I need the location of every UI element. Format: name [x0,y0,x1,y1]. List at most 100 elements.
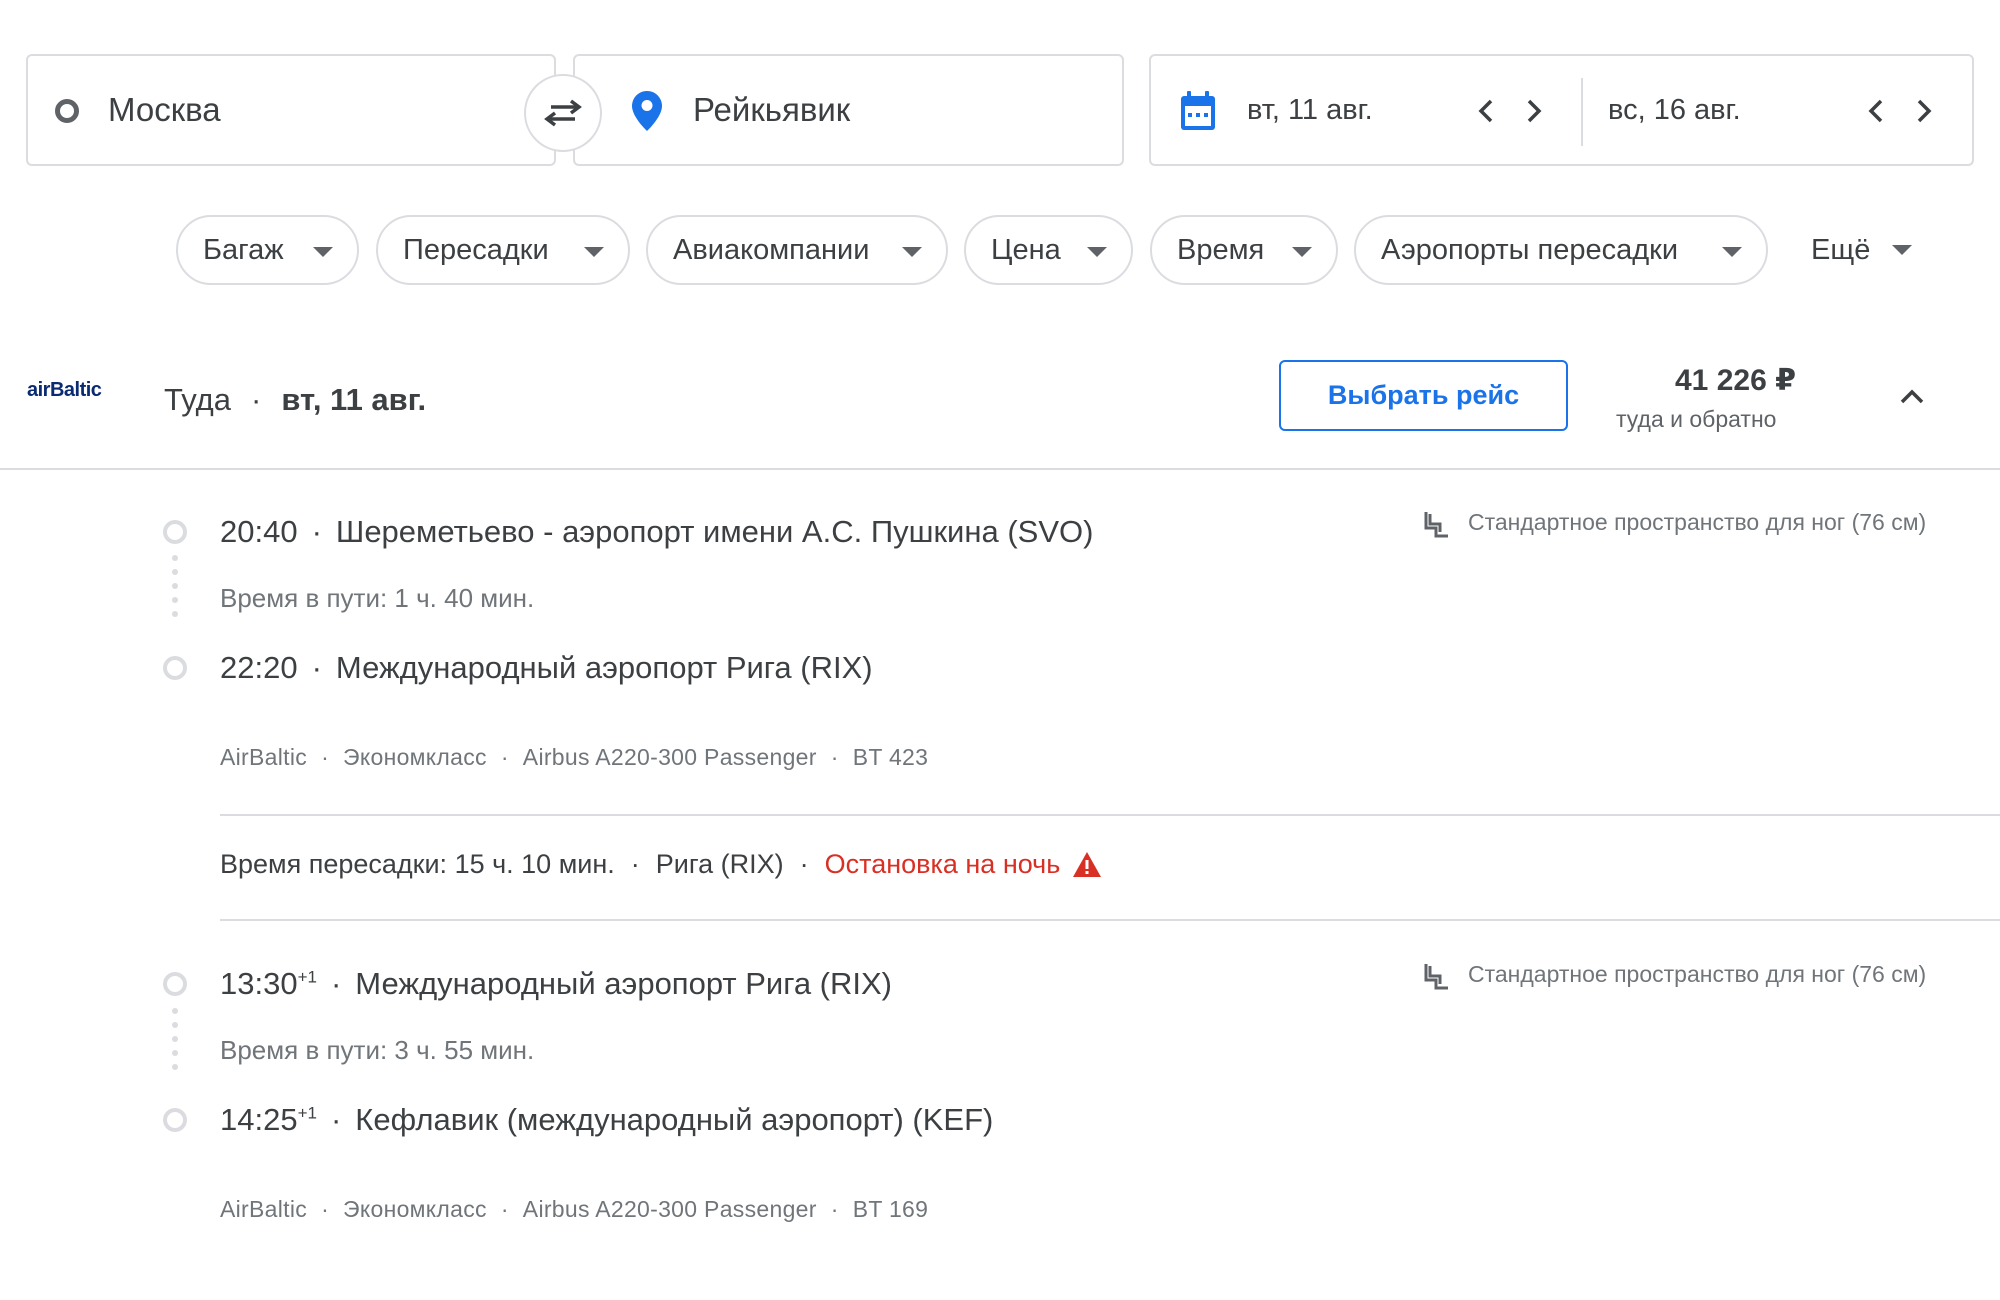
destination-input[interactable]: Рейкьявик [693,91,850,129]
dropdown-caret-icon [584,247,604,257]
departure-time: 20:40 [220,514,298,549]
arrival-airport: Международный аэропорт Рига (RIX) [335,650,873,685]
swap-arrows-icon [544,99,582,127]
filter-label: Пересадки [403,233,549,266]
detail-class: Экономкласс [343,744,487,770]
filter-airlines[interactable]: Авиакомпании [646,215,948,285]
direction-label: Туда [164,382,231,417]
dropdown-caret-icon [1892,245,1912,255]
separator-dot: · [500,1196,509,1222]
separator-dot: · [321,1196,330,1222]
dropdown-caret-icon [1292,247,1312,257]
return-prev-button[interactable] [1859,94,1893,128]
separator-dot: · [830,1196,839,1222]
price-note: туда и обратно [1616,406,1777,432]
filter-label: Аэропорты пересадки [1381,233,1679,266]
filter-label: Ещё [1811,233,1871,266]
seat-icon [1424,964,1448,990]
separator-dot: · [311,514,322,549]
departure-airport: Международный аэропорт Рига (RIX) [355,966,892,1001]
day-offset: +1 [297,967,317,987]
overnight-warning: Остановка на ночь [824,849,1061,879]
detail-airline: AirBaltic [220,1196,308,1222]
segment2-duration: Время в пути: 3 ч. 55 мин. [220,1035,535,1065]
separator-dot: · [500,744,509,770]
layover-info: Время пересадки: 15 ч. 10 мин. · Рига (RIX… [220,849,1102,880]
depart-date[interactable]: вт, 11 авг. [1247,94,1373,127]
dropdown-caret-icon [1087,247,1107,257]
location-pin-icon [632,91,662,131]
segment1-departure: 20:40 · Шереметьево - аэропорт имени А.С. … [220,514,1093,550]
chevron-right-icon [1917,99,1932,123]
depart-next-button[interactable] [1517,94,1551,128]
detail-aircraft: Airbus A220-300 Passenger [522,1196,817,1222]
layover-top-divider [220,814,2000,816]
separator-dot: · [799,849,809,879]
destination-field[interactable]: Рейкьявик [573,54,1124,166]
detail-flight-number: BT 423 [852,744,929,770]
layover-city: Рига (RIX) [655,849,784,879]
flight-direction-heading: Туда · вт, 11 авг. [164,382,426,418]
warning-icon [1073,852,1102,877]
filter-connecting-airports[interactable]: Аэропорты пересадки [1354,215,1768,285]
filter-label: Багаж [203,233,284,266]
swap-button[interactable] [524,74,602,152]
separator-dot: · [330,966,342,1001]
segment1-details: AirBaltic · Экономкласс · Airbus A220-300 Pa… [220,744,928,771]
chevron-left-icon [1868,99,1883,123]
day-offset: +1 [297,1103,317,1123]
date-separator [1581,78,1583,146]
departure-stop-icon [163,972,187,996]
price: 41 226 ₽ [1675,364,1796,397]
filter-label: Авиакомпании [673,233,870,266]
arrival-stop-icon [163,656,187,680]
segment1-duration: Время в пути: 1 ч. 40 мин. [220,583,535,613]
separator-dot: · [311,650,322,685]
arrival-time: 22:20 [220,650,298,685]
filter-price[interactable]: Цена [964,215,1133,285]
chevron-up-icon [1900,389,1924,404]
departure-time: 13:30 [220,966,298,1001]
detail-aircraft: Airbus A220-300 Passenger [522,744,817,770]
separator-dot: · [330,1102,342,1137]
departure-airport: Шереметьево - аэропорт имени А.С. Пушкин… [335,514,1094,549]
separator-dot: · [630,849,640,879]
separator-dot: · [830,744,839,770]
return-date[interactable]: вс, 16 авг. [1608,94,1741,127]
airline-logo: airBaltic [27,379,102,401]
dates-field[interactable]: вт, 11 авг. вс, 16 авг. [1149,54,1974,166]
dropdown-caret-icon [313,247,333,257]
arrival-stop-icon [163,1108,187,1132]
filter-baggage[interactable]: Багаж [176,215,359,285]
route-dots [172,555,178,625]
depart-prev-button[interactable] [1469,94,1503,128]
detail-class: Экономкласс [343,1196,487,1222]
segment2-details: AirBaltic · Экономкласс · Airbus A220-300 Pa… [220,1196,928,1223]
arrival-time: 14:25 [220,1102,298,1137]
filter-stops[interactable]: Пересадки [376,215,630,285]
filter-label: Время [1177,233,1265,266]
dropdown-caret-icon [1722,247,1742,257]
flight-date: вт, 11 авг. [281,382,427,417]
chevron-right-icon [1527,99,1542,123]
select-flight-button[interactable]: Выбрать рейс [1279,360,1568,431]
filter-more[interactable]: Ещё [1786,215,1936,285]
return-next-button[interactable] [1907,94,1941,128]
seat-icon [1424,512,1448,538]
dropdown-caret-icon [902,247,922,257]
separator-dot: · [251,382,262,417]
layover-duration: Время пересадки: 15 ч. 10 мин. [220,849,615,879]
layover-bottom-divider [220,919,2000,921]
origin-field[interactable]: Москва [26,54,556,166]
detail-flight-number: BT 169 [852,1196,929,1222]
collapse-button[interactable] [1894,380,1930,410]
filter-label: Цена [991,233,1061,266]
route-dots [172,1008,178,1078]
filter-time[interactable]: Время [1150,215,1338,285]
origin-input[interactable]: Москва [108,91,221,129]
legroom-text: Стандартное пространство для ног (76 см) [1468,509,1927,535]
header-divider [0,468,2000,470]
detail-airline: AirBaltic [220,744,308,770]
chevron-left-icon [1478,99,1493,123]
departure-stop-icon [163,520,187,544]
